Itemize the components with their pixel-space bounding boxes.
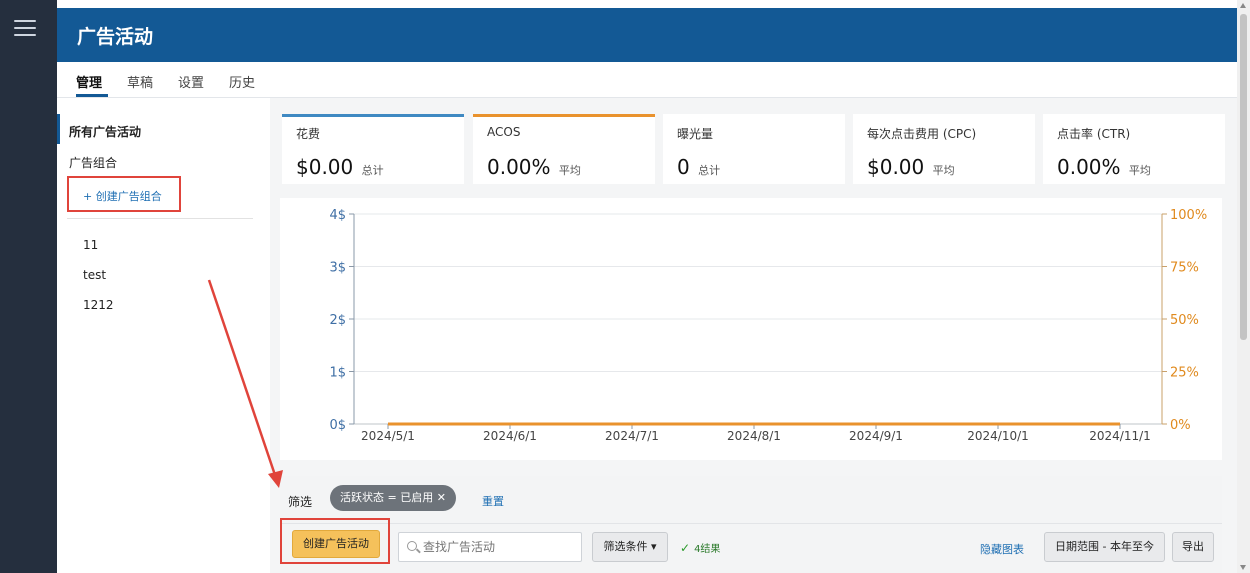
x-axis-tick-label: 2024/6/1 — [483, 429, 537, 443]
check-icon: ✓ — [680, 541, 691, 555]
sidebar-item-portfolio[interactable]: 1212 — [83, 298, 114, 312]
x-axis-tick-label: 2024/11/1 — [1089, 429, 1151, 443]
create-campaign-highlight: 创建广告活动 — [280, 518, 390, 564]
filter-toolbar: 筛选 活跃状态 = 已启用 ✕ 重置 创建广告活动 筛选条件 ▾ ✓4结果 隐藏… — [280, 476, 1222, 573]
right-axis-tick-label: 75% — [1170, 261, 1199, 276]
x-axis-tick-label: 2024/7/1 — [605, 429, 659, 443]
left-axis-tick-label: 3$ — [329, 261, 346, 276]
sidebar-item-portfolio[interactable]: test — [83, 268, 106, 282]
metric-card-acos[interactable]: ACOS 0.00% 平均 — [473, 114, 655, 184]
page-title: 广告活动 — [77, 26, 154, 48]
right-axis-tick-label: 100% — [1170, 208, 1207, 223]
left-axis-tick-label: 1$ — [329, 366, 346, 381]
metric-card-cpc[interactable]: 每次点击费用 (CPC) $0.00 平均 — [853, 114, 1035, 184]
metric-card-impressions[interactable]: 曝光量 0 总计 — [663, 114, 845, 184]
metric-card-ctr[interactable]: 点击率 (CTR) 0.00% 平均 — [1043, 114, 1225, 184]
hide-chart-link[interactable]: 隐藏图表 — [980, 541, 1024, 557]
tab-bar: 管理 草稿 设置 历史 — [57, 62, 1237, 98]
create-portfolio-link[interactable]: + 创建广告组合 — [83, 188, 162, 204]
x-axis-tick-label: 2024/9/1 — [849, 429, 903, 443]
create-campaign-button[interactable]: 创建广告活动 — [292, 530, 380, 558]
sidebar: 所有广告活动 广告组合 + 创建广告组合 11 test 1212 — [57, 98, 263, 573]
scroll-up-icon[interactable] — [1240, 3, 1246, 8]
toolbar-divider — [280, 523, 1222, 524]
performance-chart-card: 0$ 0% 1$ 25% 2$ 50% 3$ 75% 4$ 100% 2024/5/1 2024/6/… — [280, 198, 1222, 460]
metric-value: 0.00% 平均 — [1057, 155, 1151, 179]
reset-filter-link[interactable]: 重置 — [482, 493, 504, 509]
active-status-filter-chip[interactable]: 活跃状态 = 已启用 ✕ — [330, 485, 456, 511]
metric-label: 点击率 (CTR) — [1057, 127, 1131, 141]
hamburger-menu-icon[interactable] — [14, 20, 36, 36]
x-axis-tick-label: 2024/8/1 — [727, 429, 781, 443]
metric-value: 0.00% 平均 — [487, 155, 581, 179]
sidebar-item-portfolios[interactable]: 广告组合 — [69, 154, 117, 171]
page-header: 广告活动 — [57, 8, 1237, 62]
sidebar-item-all-campaigns[interactable]: 所有广告活动 — [69, 123, 141, 140]
export-button[interactable]: 导出 — [1172, 532, 1214, 562]
campaign-search-input[interactable] — [423, 538, 573, 556]
left-axis-tick-label: 0$ — [329, 418, 346, 433]
sidebar-item-portfolio[interactable]: 11 — [83, 238, 98, 252]
scroll-down-icon[interactable] — [1240, 565, 1246, 570]
right-axis-tick-label: 25% — [1170, 366, 1199, 381]
campaign-search-box[interactable] — [398, 532, 582, 562]
metric-label: 曝光量 — [677, 127, 714, 141]
metric-card-spend[interactable]: 花费 $0.00 总计 — [282, 114, 464, 184]
x-axis-tick-label: 2024/5/1 — [361, 429, 415, 443]
performance-chart: 0$ 0% 1$ 25% 2$ 50% 3$ 75% 4$ 100% 2024/5/1 2024/6/… — [329, 208, 1207, 443]
metric-value: $0.00 平均 — [867, 155, 955, 179]
main-content: 花费 $0.00 总计 ACOS 0.00% 平均 曝光量 0 总计 每次点击费… — [270, 98, 1237, 573]
right-axis-tick-label: 50% — [1170, 313, 1199, 328]
metric-label: 每次点击费用 (CPC) — [867, 127, 977, 141]
filter-label: 筛选 — [288, 495, 313, 509]
metric-label: 花费 — [296, 127, 321, 141]
active-tab-indicator — [76, 94, 108, 97]
create-portfolio-highlight: + 创建广告组合 — [67, 176, 181, 212]
tab-history[interactable]: 历史 — [229, 72, 255, 91]
sidebar-divider — [67, 218, 253, 219]
left-nav-bar — [0, 0, 57, 573]
date-range-button[interactable]: 日期范围 - 本年至今 — [1044, 532, 1165, 562]
sidebar-active-indicator — [57, 114, 60, 144]
metric-value: 0 总计 — [677, 155, 721, 179]
left-axis-tick-label: 4$ — [329, 208, 346, 223]
results-count: ✓ 4结果 — [680, 541, 721, 555]
filter-conditions-dropdown[interactable]: 筛选条件 ▾ — [592, 532, 668, 562]
right-axis-tick-label: 0% — [1170, 418, 1191, 433]
x-axis-tick-label: 2024/10/1 — [967, 429, 1029, 443]
metric-value: $0.00 总计 — [296, 155, 384, 179]
tab-manage[interactable]: 管理 — [76, 72, 102, 91]
search-icon — [407, 541, 417, 551]
scrollbar-thumb[interactable] — [1240, 14, 1247, 340]
page-scrollbar[interactable] — [1237, 0, 1250, 573]
tab-settings[interactable]: 设置 — [178, 72, 204, 91]
metric-label: ACOS — [487, 125, 521, 139]
tab-drafts[interactable]: 草稿 — [127, 72, 153, 91]
left-axis-tick-label: 2$ — [329, 313, 346, 328]
